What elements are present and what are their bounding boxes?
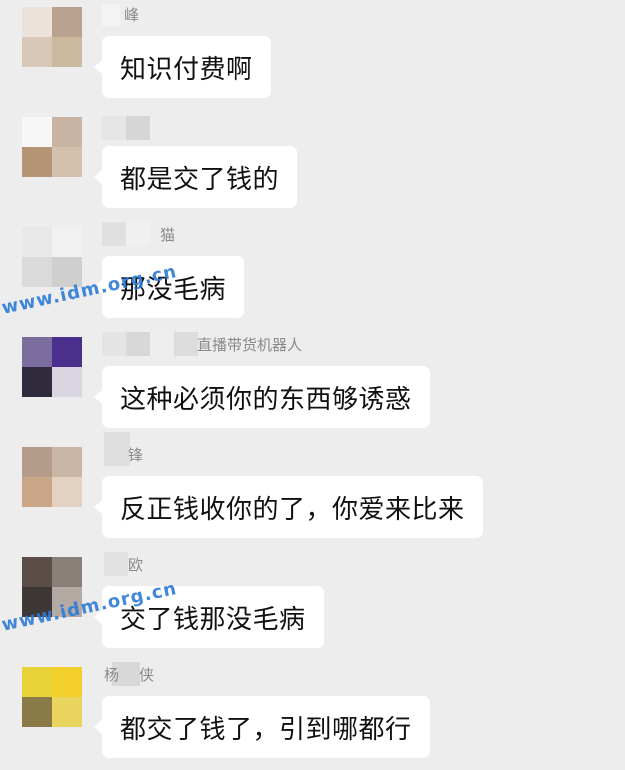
sender-name: 直播带货机器人 — [197, 336, 303, 354]
avatar-mosaic-cell — [52, 7, 82, 37]
avatar-mosaic-cell — [52, 667, 82, 697]
avatar[interactable] — [22, 337, 82, 397]
avatar[interactable] — [22, 227, 82, 287]
sender-name: 锋 — [128, 446, 144, 464]
avatar-mosaic-cell — [52, 367, 82, 397]
sender-name-mosaic — [102, 222, 150, 246]
avatar-mosaic-cell — [22, 337, 52, 367]
avatar-mosaic-cell — [52, 697, 82, 727]
avatar[interactable] — [22, 7, 82, 67]
avatar-mosaic-cell — [22, 477, 52, 507]
sender-name: 杨侠 — [104, 666, 175, 684]
sender-name-mosaic — [104, 552, 128, 576]
avatar-mosaic-cell — [22, 697, 52, 727]
avatar-mosaic-cell — [52, 147, 82, 177]
avatar-mosaic-cell — [52, 117, 82, 147]
chat-message: 都是交了钱的 — [0, 110, 625, 220]
sender-name: 欧 — [128, 556, 144, 574]
sender-name: 猫 — [160, 226, 176, 244]
avatar[interactable] — [22, 447, 82, 507]
message-bubble[interactable]: 这种必须你的东西够诱惑 — [94, 366, 430, 428]
avatar-mosaic-cell — [52, 337, 82, 367]
chat-message: 猫 那没毛病 — [0, 220, 625, 330]
avatar-mosaic-cell — [22, 257, 52, 287]
avatar-mosaic-cell — [22, 667, 52, 697]
avatar-mosaic-cell — [22, 7, 52, 37]
chat-message: 直播带货机器人 这种必须你的东西够诱惑 — [0, 330, 625, 440]
avatar-mosaic-cell — [22, 557, 52, 587]
sender-name-mosaic — [102, 116, 150, 140]
avatar-mosaic-cell — [22, 227, 52, 257]
avatar-mosaic-cell — [52, 557, 82, 587]
avatar[interactable] — [22, 117, 82, 177]
avatar-mosaic-cell — [52, 447, 82, 477]
avatar-mosaic-cell — [52, 477, 82, 507]
avatar-mosaic-cell — [22, 147, 52, 177]
message-bubble[interactable]: 反正钱收你的了，你爱来比来 — [94, 476, 483, 538]
avatar-mosaic-cell — [22, 117, 52, 147]
avatar-mosaic-cell — [22, 37, 52, 67]
message-bubble[interactable]: 都交了钱了，引到哪都行 — [94, 696, 430, 758]
avatar-mosaic-cell — [52, 227, 82, 257]
chat-message: 杨侠 都交了钱了，引到哪都行 — [0, 660, 625, 770]
avatar[interactable] — [22, 667, 82, 727]
message-bubble[interactable]: 知识付费啊 — [94, 36, 271, 98]
avatar-mosaic-cell — [22, 447, 52, 477]
avatar-mosaic-cell — [22, 367, 52, 397]
sender-name-mosaic — [104, 432, 130, 466]
sender-name-mosaic — [102, 4, 120, 26]
chat-message: 锋 反正钱收你的了，你爱来比来 — [0, 432, 625, 550]
sender-name-mosaic — [102, 332, 198, 356]
sender-name: 峰 — [124, 6, 140, 24]
chat-message: 峰 知识付费啊 — [0, 0, 625, 110]
message-bubble[interactable]: 都是交了钱的 — [93, 146, 298, 208]
avatar-mosaic-cell — [52, 37, 82, 67]
